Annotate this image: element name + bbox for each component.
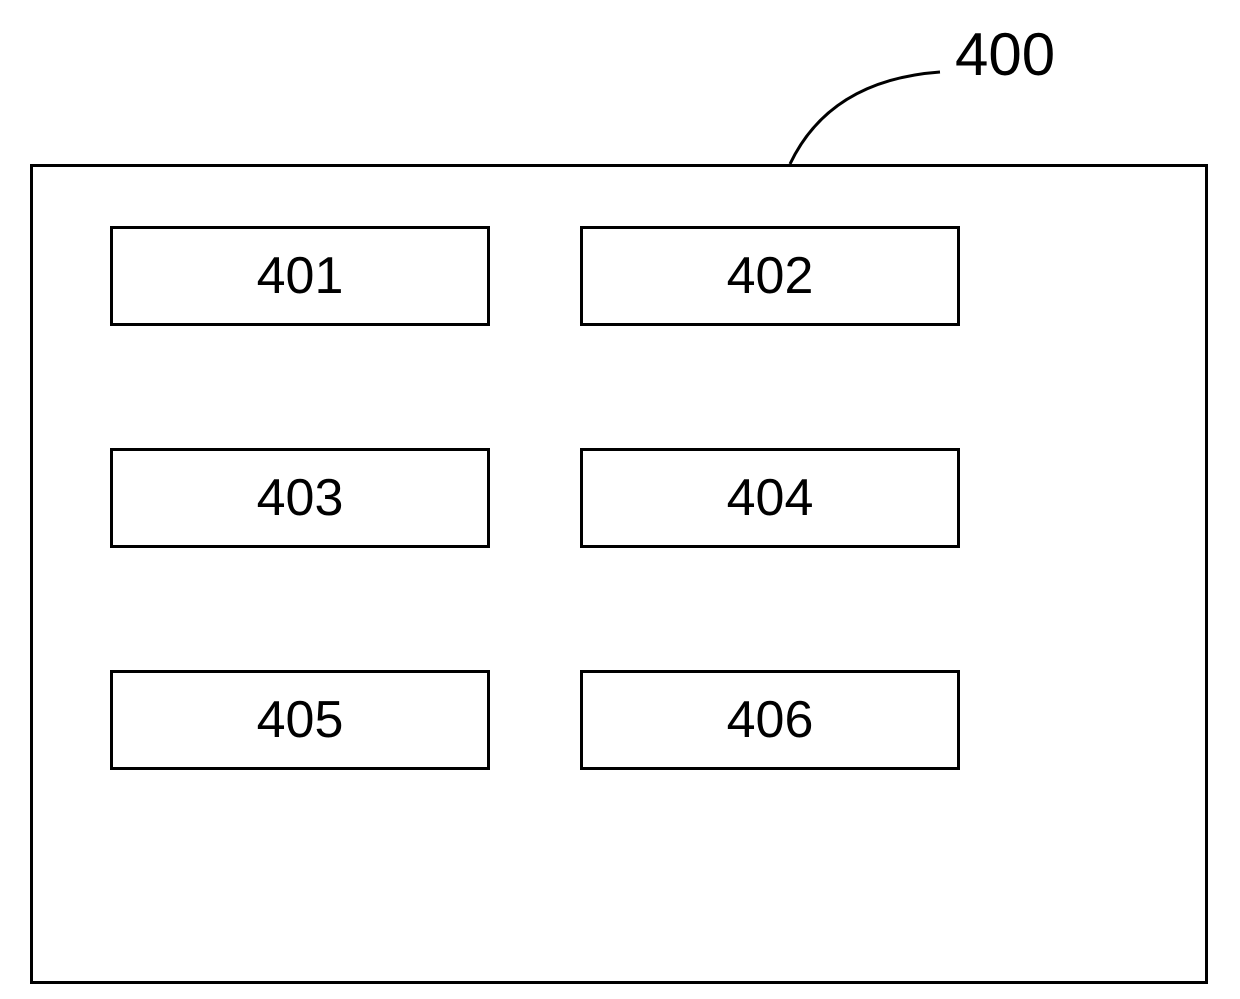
box-label: 404: [727, 468, 814, 528]
box-label: 405: [257, 690, 344, 750]
box-405: 405: [110, 670, 490, 770]
box-label: 402: [727, 246, 814, 306]
box-401: 401: [110, 226, 490, 326]
box-406: 406: [580, 670, 960, 770]
box-label: 403: [257, 468, 344, 528]
box-404: 404: [580, 448, 960, 548]
box-label: 406: [727, 690, 814, 750]
outer-label: 400: [955, 20, 1055, 89]
box-label: 401: [257, 246, 344, 306]
diagram-canvas: 400 401 402 403 404 405 406: [0, 0, 1240, 999]
box-403: 403: [110, 448, 490, 548]
box-402: 402: [580, 226, 960, 326]
